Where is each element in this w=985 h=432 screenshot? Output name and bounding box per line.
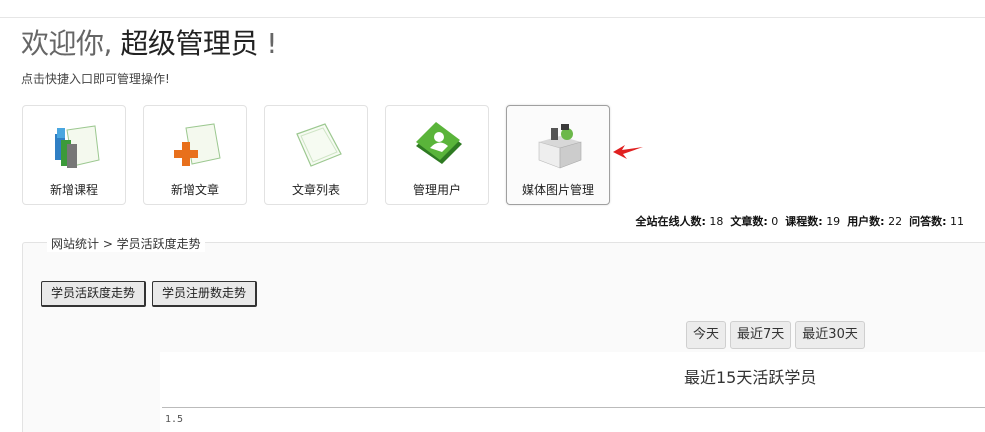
user-book-icon [416, 122, 462, 164]
quick-link-media-images[interactable]: 媒体图片管理 [506, 105, 610, 205]
users-count: 22 [888, 215, 903, 228]
quick-link-label: 文章列表 [291, 183, 340, 197]
top-divider [0, 17, 985, 18]
chart-title: 最近15天活跃学员 [684, 368, 817, 387]
quick-link-label: 新增文章 [170, 183, 219, 197]
range-7-days-button[interactable]: 最近7天 [730, 321, 792, 349]
chart-canvas [160, 352, 985, 432]
answers-label: 问答数: [909, 215, 947, 228]
quick-link-article-list[interactable]: 文章列表 [264, 105, 368, 205]
quick-link-label: 媒体图片管理 [521, 183, 594, 197]
books-icon [55, 125, 100, 168]
quick-link-new-course[interactable]: 新增课程 [22, 105, 126, 205]
range-selector: 今天 最近7天 最近30天 [686, 321, 865, 349]
quick-link-new-article[interactable]: 新增文章 [143, 105, 247, 205]
site-stats: 全站在线人数: 18 文章数: 0 课程数: 19 用户数: 22 问答数: 1… [635, 213, 964, 229]
articles-count: 0 [771, 215, 779, 228]
add-document-icon [174, 123, 221, 166]
quick-link-label: 管理用户 [412, 183, 461, 197]
quick-link-label: 新增课程 [49, 183, 98, 197]
tab-student-registrations[interactable]: 学员注册数走势 [152, 281, 258, 307]
media-box-icon [538, 124, 582, 169]
welcome-heading: 欢迎你, 超级管理员 ! [21, 27, 277, 61]
quick-links: 新增课程 新增文章 文章列表 管理用户 媒体图片管理 [22, 105, 610, 205]
courses-label: 课程数: [785, 215, 823, 228]
range-30-days-button[interactable]: 最近30天 [795, 321, 865, 349]
quick-link-manage-users[interactable]: 管理用户 [385, 105, 489, 205]
pointer-arrow-icon [613, 145, 643, 159]
courses-count: 19 [826, 215, 841, 228]
welcome-prefix: 欢迎你, [21, 27, 121, 60]
chart-tabs: 学员活跃度走势 学员注册数走势 [41, 281, 258, 307]
online-label: 全站在线人数: [635, 215, 706, 228]
answers-count: 11 [950, 215, 964, 228]
tab-student-activity[interactable]: 学员活跃度走势 [41, 281, 147, 307]
users-label: 用户数: [847, 215, 885, 228]
breadcrumb: 网站统计 > 学员活跃度走势 [47, 235, 205, 252]
articles-label: 文章数: [730, 215, 768, 228]
welcome-role: 超级管理员 [120, 27, 258, 60]
document-list-icon [296, 123, 342, 167]
range-today-button[interactable]: 今天 [686, 321, 727, 349]
welcome-subtitle: 点击快捷入口即可管理操作! [21, 72, 170, 86]
chart-top-gridline [162, 407, 985, 408]
welcome-suffix: ! [257, 27, 277, 60]
online-count: 18 [709, 215, 724, 228]
y-tick-label: 1.5 [165, 414, 184, 425]
